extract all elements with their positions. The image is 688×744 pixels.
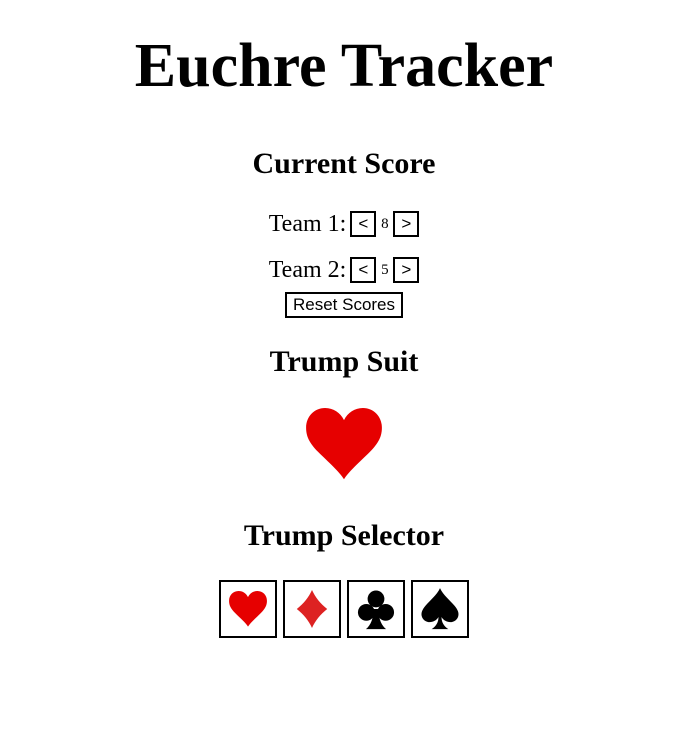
diamond-icon bbox=[296, 590, 328, 628]
trump-selector-heading: Trump Selector bbox=[243, 519, 445, 552]
select-diamonds-button[interactable] bbox=[283, 580, 341, 638]
team-1-decrement-button[interactable]: < bbox=[350, 211, 377, 237]
team-2-label: Team 2: bbox=[268, 257, 347, 283]
team-1-score-value: 8 bbox=[381, 216, 389, 232]
heart-icon bbox=[229, 591, 267, 627]
team-1-label: Team 1: bbox=[268, 211, 347, 237]
team-2-score-value: 5 bbox=[381, 262, 389, 278]
team-1-score-row: Team 1: < 8 > bbox=[0, 210, 688, 238]
select-hearts-button[interactable] bbox=[219, 580, 277, 638]
current-score-heading: Current Score bbox=[252, 147, 436, 180]
trump-selector-row bbox=[0, 580, 688, 638]
select-spades-button[interactable] bbox=[411, 580, 469, 638]
euchre-tracker-page: Euchre Tracker Current Score Team 1: < 8… bbox=[0, 0, 688, 638]
team-1-increment-button[interactable]: > bbox=[393, 211, 420, 237]
team-2-decrement-button[interactable]: < bbox=[350, 257, 377, 283]
spade-icon bbox=[421, 588, 459, 630]
reset-row: Reset Scores bbox=[0, 292, 688, 318]
team-2-score-row: Team 2: < 5 > bbox=[0, 256, 688, 284]
current-trump-heart-shape bbox=[306, 408, 382, 480]
page-title: Euchre Tracker bbox=[134, 32, 554, 100]
current-trump-display bbox=[0, 402, 688, 486]
trump-suit-heading: Trump Suit bbox=[269, 345, 419, 378]
heart-icon bbox=[306, 408, 382, 480]
select-clubs-button[interactable] bbox=[347, 580, 405, 638]
team-2-increment-button[interactable]: > bbox=[393, 257, 420, 283]
reset-scores-button[interactable]: Reset Scores bbox=[284, 292, 404, 318]
club-icon bbox=[357, 590, 395, 630]
